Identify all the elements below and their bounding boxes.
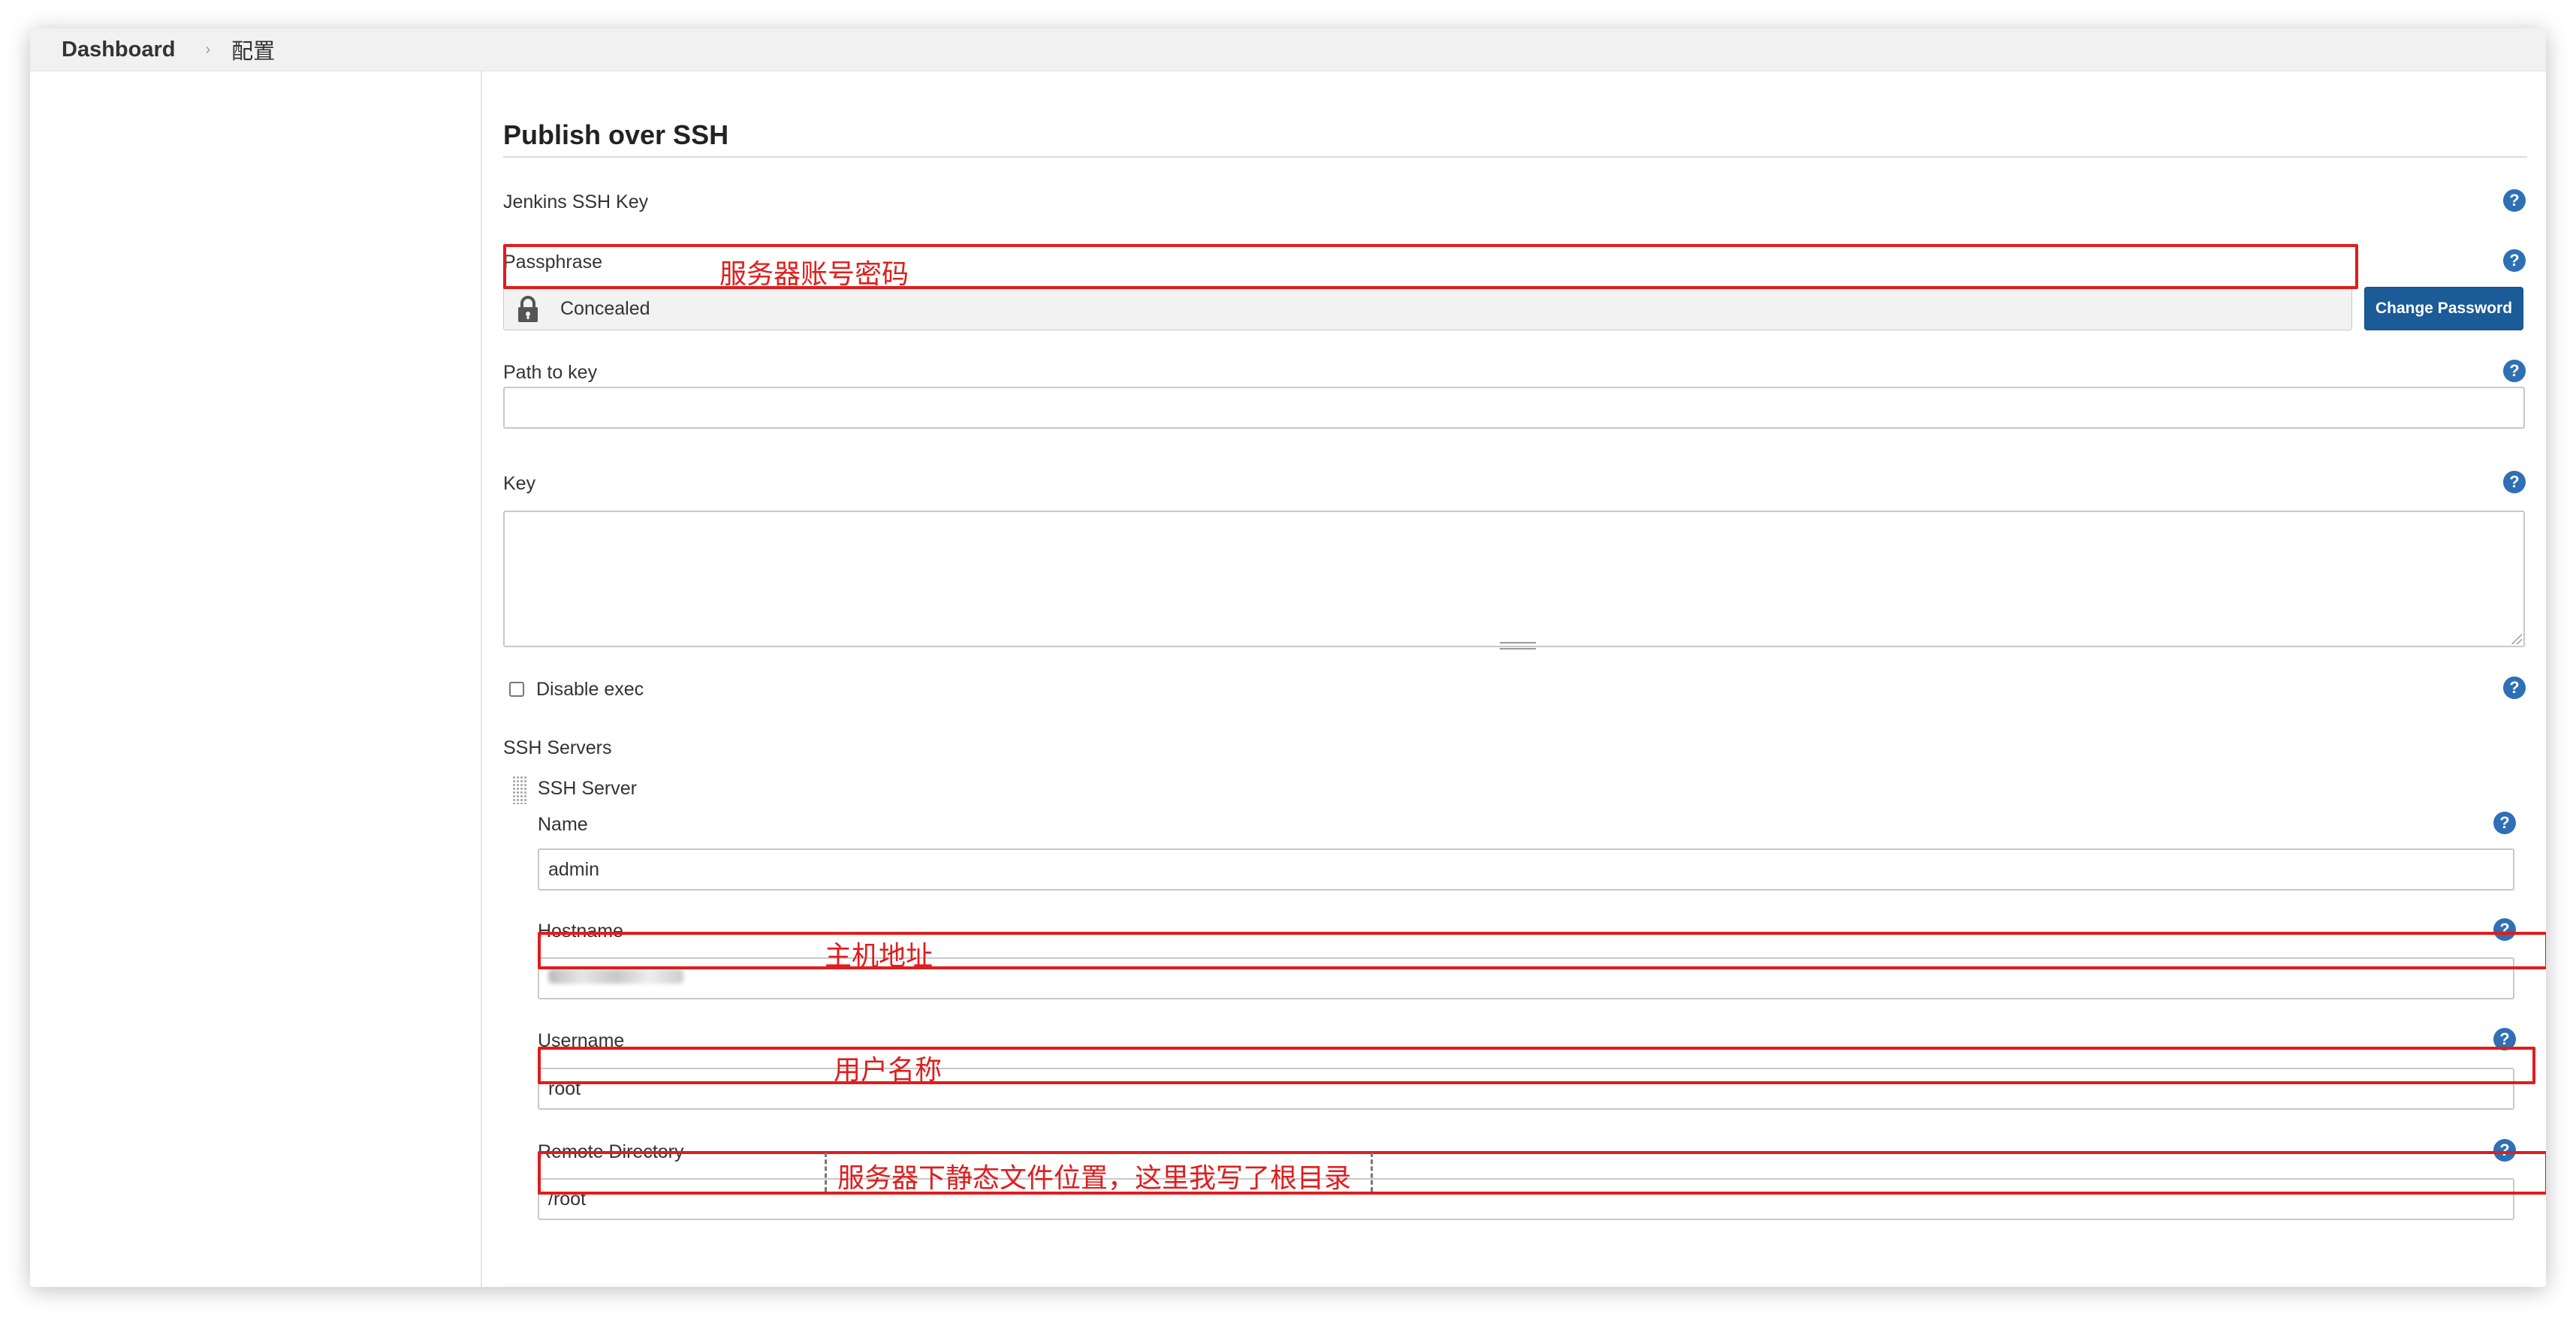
ssh-server-name-input[interactable]: admin xyxy=(538,848,2514,891)
passphrase-concealed-field[interactable]: Concealed xyxy=(503,287,2352,330)
sidebar xyxy=(30,71,482,1287)
change-password-button[interactable]: Change Password xyxy=(2364,287,2523,330)
breadcrumb-current[interactable]: 配置 xyxy=(231,34,275,65)
path-to-key-label: Path to key xyxy=(503,362,598,383)
bottom-shadow xyxy=(503,1282,2531,1287)
path-to-key-input[interactable] xyxy=(503,387,2525,429)
section-divider xyxy=(503,156,2527,158)
help-icon[interactable]: ? xyxy=(2503,471,2526,493)
annotation-username: 用户名称 xyxy=(834,1055,943,1086)
key-textarea[interactable] xyxy=(503,511,2525,649)
help-icon[interactable]: ? xyxy=(2503,360,2526,382)
breadcrumb: Dashboard › 配置 xyxy=(30,29,2546,71)
key-label: Key xyxy=(503,473,536,494)
jenkins-config-window: Dashboard › 配置 Publish over SSH Jenkins … xyxy=(30,29,2546,1287)
section-title: Publish over SSH xyxy=(503,119,729,150)
annotation-passphrase: 服务器账号密码 xyxy=(719,259,909,290)
disable-exec-label: Disable exec xyxy=(536,679,644,700)
breadcrumb-dashboard-link[interactable]: Dashboard xyxy=(62,38,175,62)
drag-handle-icon[interactable] xyxy=(512,776,527,804)
jenkins-ssh-key-label: Jenkins SSH Key xyxy=(503,191,649,212)
chevron-right-icon: › xyxy=(205,41,211,58)
disable-exec-checkbox[interactable] xyxy=(509,682,524,697)
ssh-server-header: SSH Server xyxy=(538,778,637,799)
annotation-dashed-right xyxy=(1371,1153,1373,1192)
passphrase-concealed-text: Concealed xyxy=(560,298,650,319)
help-icon[interactable]: ? xyxy=(2503,677,2526,699)
resize-grip-icon[interactable] xyxy=(1500,642,1536,649)
blurred-hostname-value xyxy=(548,969,683,984)
help-icon[interactable]: ? xyxy=(2493,812,2516,834)
resize-corner-icon[interactable] xyxy=(2510,632,2522,644)
help-icon[interactable]: ? xyxy=(2503,249,2526,272)
annotation-remote-dir: 服务器下静态文件位置，这里我写了根目录 xyxy=(837,1163,1352,1194)
annotation-dashed-left xyxy=(825,1153,827,1192)
annotation-hostname: 主机地址 xyxy=(825,941,934,972)
ssh-servers-label: SSH Servers xyxy=(503,737,612,758)
ssh-server-name-label: Name xyxy=(538,814,588,835)
help-icon[interactable]: ? xyxy=(2503,189,2526,212)
lock-icon xyxy=(514,295,541,324)
